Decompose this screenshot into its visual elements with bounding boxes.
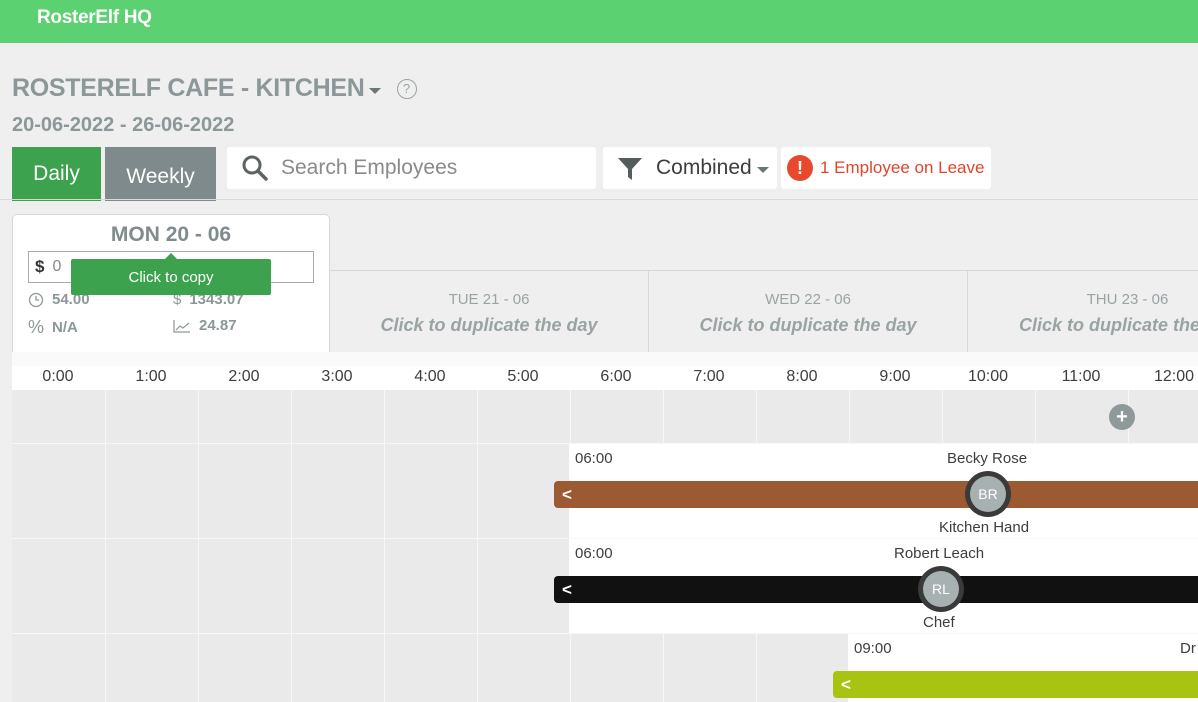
chevron-down-icon[interactable] bbox=[368, 87, 381, 94]
chevron-left-icon[interactable]: < bbox=[562, 580, 572, 600]
hour-label: 2:00 bbox=[228, 368, 260, 385]
chevron-down-icon bbox=[756, 167, 769, 173]
avatar-initials: RL bbox=[923, 571, 959, 607]
chevron-left-icon[interactable]: < bbox=[841, 675, 851, 695]
avatar-initials: BR bbox=[970, 476, 1006, 512]
employee-name: Becky Rose bbox=[947, 450, 1028, 467]
copy-tooltip[interactable]: Click to copy bbox=[71, 253, 271, 295]
budget-value: 0 bbox=[52, 258, 62, 275]
employee-name: Dr bbox=[1180, 640, 1196, 657]
shift-bar[interactable]: < bbox=[554, 481, 1198, 508]
duplicate-day-link[interactable]: Click to duplicate the day bbox=[330, 315, 648, 336]
percent-value: N/A bbox=[52, 319, 78, 336]
chart-icon bbox=[173, 319, 190, 333]
hour-label: 4:00 bbox=[414, 368, 446, 385]
shift-bar[interactable]: < bbox=[833, 671, 1198, 698]
avatar[interactable]: BR bbox=[965, 471, 1011, 517]
day-label: THU 23 - 06 bbox=[1086, 291, 1169, 308]
shift-start-time: 09:00 bbox=[854, 640, 892, 657]
hour-label: 10:00 bbox=[967, 368, 1009, 385]
avatar[interactable]: RL bbox=[918, 566, 964, 612]
shift-bar[interactable]: < bbox=[554, 576, 1198, 603]
grid-line bbox=[384, 390, 385, 702]
clock-icon bbox=[28, 292, 44, 307]
percent-icon: % bbox=[28, 317, 45, 337]
day-cell-tue[interactable]: TUE 21 - 06 Click to duplicate the day bbox=[330, 270, 649, 352]
hour-label: 3:00 bbox=[321, 368, 353, 385]
hour-label: 0:00 bbox=[42, 368, 74, 385]
help-icon[interactable]: ? bbox=[396, 78, 417, 99]
roster-grid[interactable]: + 06:00 Becky Rose Kitchen Hand < BR 06:… bbox=[12, 390, 1198, 702]
divider bbox=[0, 199, 1198, 200]
weekly-button[interactable]: Weekly bbox=[105, 147, 216, 201]
search-input[interactable] bbox=[281, 156, 581, 180]
date-range: 20-06-2022 - 26-06-2022 bbox=[12, 114, 235, 136]
grid-line bbox=[477, 390, 478, 702]
hour-label: 1:00 bbox=[135, 368, 167, 385]
search-icon bbox=[242, 155, 268, 181]
hour-label: 11:00 bbox=[1061, 368, 1101, 385]
day-card-mon[interactable]: MON 20 - 06 $ 0 54.00 $ 1343.07 % N/A 24… bbox=[12, 214, 330, 352]
brand-name[interactable]: RosterElf HQ bbox=[37, 7, 152, 29]
duplicate-day-link[interactable]: Click to duplicate the day bbox=[649, 315, 967, 336]
day-title: MON 20 - 06 bbox=[110, 223, 232, 246]
shift-start-time: 06:00 bbox=[575, 545, 613, 562]
hour-label: 6:00 bbox=[600, 368, 632, 385]
day-label: WED 22 - 06 bbox=[765, 291, 851, 308]
filter-dropdown[interactable]: Combined bbox=[603, 147, 777, 189]
grid-line bbox=[198, 390, 199, 702]
ratio-stat: 24.87 bbox=[173, 317, 237, 334]
employee-leave-notice[interactable]: ! 1 Employee on Leave bbox=[781, 147, 991, 189]
location-title[interactable]: ROSTERELF CAFE - KITCHEN bbox=[12, 74, 365, 103]
day-cell-thu[interactable]: THU 23 - 06 Click to duplicate the day bbox=[968, 270, 1198, 352]
grid-line bbox=[105, 390, 106, 702]
leave-label: 1 Employee on Leave bbox=[820, 158, 985, 177]
title-row: ROSTERELF CAFE - KITCHEN ? bbox=[12, 74, 417, 103]
hour-label: 9:00 bbox=[879, 368, 911, 385]
shift-start-time: 06:00 bbox=[575, 450, 613, 467]
chevron-left-icon[interactable]: < bbox=[562, 485, 572, 505]
filter-icon bbox=[618, 158, 642, 180]
hour-label: 7:00 bbox=[693, 368, 725, 385]
hour-label: 8:00 bbox=[786, 368, 818, 385]
search-box bbox=[227, 147, 596, 189]
duplicate-day-link[interactable]: Click to duplicate the day bbox=[968, 315, 1198, 336]
dollar-icon: $ bbox=[35, 257, 45, 276]
hour-label: 5:00 bbox=[507, 368, 539, 385]
timeline-spacer bbox=[12, 352, 1198, 366]
plus-icon[interactable]: + bbox=[1109, 404, 1135, 430]
percent-stat: % N/A bbox=[28, 317, 78, 338]
shift-role: Chef bbox=[923, 614, 955, 631]
alert-icon: ! bbox=[787, 155, 813, 181]
hour-label: 12:00 bbox=[1153, 368, 1195, 385]
employee-name: Robert Leach bbox=[894, 545, 985, 562]
filter-label: Combined bbox=[656, 156, 752, 179]
day-cell-wed[interactable]: WED 22 - 06 Click to duplicate the day bbox=[649, 270, 968, 352]
grid-line bbox=[291, 390, 292, 702]
day-label: TUE 21 - 06 bbox=[448, 291, 530, 308]
shift-role: Kitchen Hand bbox=[939, 519, 1030, 536]
daily-button[interactable]: Daily bbox=[12, 147, 101, 201]
hour-header: 0:00 1:00 2:00 3:00 4:00 5:00 6:00 7:00 … bbox=[12, 366, 1198, 390]
ratio-value: 24.87 bbox=[199, 317, 237, 334]
top-bar: RosterElf HQ bbox=[0, 0, 1198, 43]
